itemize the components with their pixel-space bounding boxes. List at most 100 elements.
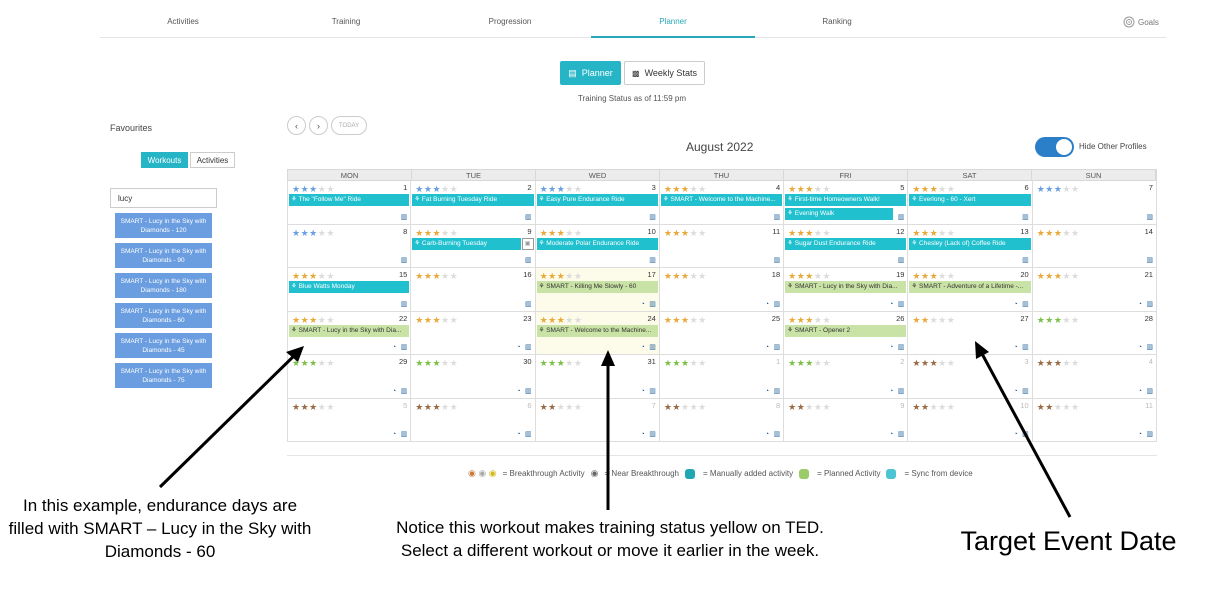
day-cell[interactable]: ★★★★★ 25 ◔ ▥ bbox=[659, 311, 785, 355]
today-button[interactable]: TODAY bbox=[331, 116, 368, 135]
trash-icon[interactable]: ▥ bbox=[401, 388, 408, 396]
trash-icon[interactable]: ▥ bbox=[1022, 388, 1029, 396]
trash-icon[interactable]: ▥ bbox=[1146, 257, 1153, 265]
day-cell[interactable]: ★★★★★ 14 ▥ bbox=[1032, 224, 1157, 268]
gauge-icon[interactable]: ◔ bbox=[1138, 344, 1142, 352]
favourite-workout-item[interactable]: SMART - Lucy in the Sky with Diamonds - … bbox=[115, 213, 212, 238]
next-month-button[interactable]: › bbox=[309, 116, 328, 135]
calendar-event[interactable]: ⚘ SMART - Killing Me Slowly - 60 bbox=[536, 281, 658, 293]
trash-icon[interactable]: ▥ bbox=[401, 301, 408, 309]
trash-icon[interactable]: ▥ bbox=[649, 344, 656, 352]
day-cell[interactable]: ★★★★★ 28 ◔ ▥ bbox=[1032, 311, 1157, 355]
day-cell[interactable]: ★★★★★ 3 ◔ ▥ bbox=[908, 355, 1033, 399]
day-cell[interactable]: ★★★★★ 6 ⚘ Everlong - 60 - Xert ▥ bbox=[908, 181, 1033, 225]
day-cell[interactable]: ★★★★★ 13 ⚘ Chesley (Lack of) Coffee Ride ▥ bbox=[908, 224, 1033, 268]
nav-planner[interactable]: Planner bbox=[659, 17, 687, 26]
calendar-event[interactable]: ⚘ SMART - Opener 2 bbox=[785, 324, 907, 337]
gauge-icon[interactable]: ◔ bbox=[516, 431, 520, 439]
trash-icon[interactable]: ▥ bbox=[1146, 214, 1153, 222]
trash-icon[interactable]: ▥ bbox=[1146, 301, 1153, 309]
tab-activities[interactable]: Activities bbox=[190, 152, 235, 168]
calendar-event[interactable]: ⚘ SMART - Welcome to the Machine... bbox=[536, 324, 658, 337]
favourite-workout-item[interactable]: SMART - Lucy in the Sky with Diamonds - … bbox=[115, 273, 212, 298]
trash-icon[interactable]: ▥ bbox=[525, 431, 532, 439]
day-cell[interactable]: ★★★★★ 5 ⚘ First-time Homeowners Walk! ⚘ Eve… bbox=[784, 181, 909, 225]
trash-icon[interactable]: ▥ bbox=[401, 257, 408, 265]
day-cell[interactable]: ★★★★★ 16 ▥ bbox=[411, 268, 536, 312]
calendar-event[interactable]: ⚘ Fat Burning Tuesday Ride bbox=[412, 194, 534, 206]
gauge-icon[interactable]: ◔ bbox=[641, 301, 645, 309]
day-cell[interactable]: ★★★★★ 20 ⚘ SMART - Adventure of a Lifetime… bbox=[908, 268, 1033, 312]
day-cell[interactable]: ★★★★★ 5 ◔ ▥ bbox=[287, 398, 412, 442]
gauge-icon[interactable]: ◔ bbox=[516, 388, 520, 396]
day-cell[interactable]: ★★★★★ 9 ◔ ▥ bbox=[784, 398, 909, 442]
day-cell[interactable]: ★★★★★ 1 ◔ ▥ bbox=[659, 355, 785, 399]
gauge-icon[interactable]: ◔ bbox=[1013, 431, 1017, 439]
trash-icon[interactable]: ▥ bbox=[774, 301, 781, 309]
calendar-event[interactable]: ⚘ Moderate Polar Endurance Ride bbox=[536, 237, 658, 250]
gauge-icon[interactable]: ◔ bbox=[889, 431, 893, 439]
trash-icon[interactable]: ▥ bbox=[649, 301, 656, 309]
day-cell[interactable]: ★★★★★ 18 ◔ ▥ bbox=[659, 268, 785, 312]
gauge-icon[interactable]: ◔ bbox=[516, 344, 520, 352]
gauge-icon[interactable]: ◔ bbox=[1138, 388, 1142, 396]
trash-icon[interactable]: ▥ bbox=[1022, 257, 1029, 265]
trash-icon[interactable]: ▥ bbox=[898, 214, 905, 222]
trash-icon[interactable]: ▥ bbox=[898, 344, 905, 352]
gauge-icon[interactable]: ◔ bbox=[889, 301, 893, 309]
gauge-icon[interactable]: ◔ bbox=[392, 431, 396, 439]
favourite-workout-item[interactable]: SMART - Lucy in the Sky with Diamonds - … bbox=[115, 363, 212, 388]
trash-icon[interactable]: ▥ bbox=[898, 431, 905, 439]
trash-icon[interactable]: ▥ bbox=[525, 257, 532, 265]
calendar-event[interactable]: ⚘ The "Follow Me" Ride bbox=[289, 194, 410, 206]
trash-icon[interactable]: ▥ bbox=[1022, 344, 1029, 352]
gauge-icon[interactable]: ◔ bbox=[765, 344, 769, 352]
day-cell[interactable]: ★★★★★ 2 ◔ ▥ bbox=[784, 355, 909, 399]
gauge-icon[interactable]: ◔ bbox=[765, 301, 769, 309]
trash-icon[interactable]: ▥ bbox=[774, 214, 781, 222]
calendar-event[interactable]: ⚘ Blue Watts Monday bbox=[289, 281, 410, 293]
trash-icon[interactable]: ▥ bbox=[774, 388, 781, 396]
calendar-event[interactable]: ⚘ SMART - Lucy in the Sky with Dia... bbox=[289, 324, 410, 337]
calendar-event[interactable]: ⚘ Evening Walk bbox=[785, 208, 894, 220]
gauge-icon[interactable]: ◔ bbox=[392, 344, 396, 352]
day-cell[interactable]: ★★★★★ 22 ⚘ SMART - Lucy in the Sky with Di… bbox=[287, 311, 412, 355]
day-cell[interactable]: ★★★★★ 1 ⚘ The "Follow Me" Ride ▥ bbox=[287, 181, 412, 225]
calendar-event[interactable]: ⚘ First-time Homeowners Walk! bbox=[785, 194, 907, 206]
gauge-icon[interactable]: ◔ bbox=[641, 431, 645, 439]
prev-month-button[interactable]: ‹ bbox=[287, 116, 306, 135]
calendar-event[interactable]: ⚘ Chesley (Lack of) Coffee Ride bbox=[909, 237, 1031, 250]
day-cell[interactable]: ★★★★★ 11 ▥ bbox=[659, 224, 785, 268]
gauge-icon[interactable]: ◔ bbox=[1138, 431, 1142, 439]
gauge-icon[interactable]: ◔ bbox=[889, 388, 893, 396]
trash-icon[interactable]: ▥ bbox=[898, 257, 905, 265]
calendar-event[interactable]: ⚘ Everlong - 60 - Xert bbox=[909, 194, 1031, 206]
day-cell[interactable]: ★★★★★ 4 ⚘ SMART - Welcome to the Machine..… bbox=[659, 181, 785, 225]
trash-icon[interactable]: ▥ bbox=[1146, 344, 1153, 352]
goals-link[interactable]: Goals bbox=[1123, 16, 1159, 28]
trash-icon[interactable]: ▥ bbox=[774, 344, 781, 352]
day-cell[interactable]: ★★★★★ 7 ▥ bbox=[1032, 181, 1157, 225]
day-cell[interactable]: ★★★★★ 26 ⚘ SMART - Opener 2 ◔ ▥ bbox=[784, 311, 909, 355]
day-cell[interactable]: ★★★★★ 6 ◔ ▥ bbox=[411, 398, 536, 442]
day-cell[interactable]: ★★★★★ 7 ◔ ▥ bbox=[535, 398, 660, 442]
day-cell[interactable]: ★★★★★ 8 ▥ bbox=[287, 224, 412, 268]
trash-icon[interactable]: ▥ bbox=[898, 388, 905, 396]
trash-icon[interactable]: ▥ bbox=[401, 431, 408, 439]
calendar-event[interactable]: ⚘ SMART - Welcome to the Machine... bbox=[660, 194, 783, 206]
trash-icon[interactable]: ▥ bbox=[1022, 301, 1029, 309]
trash-icon[interactable]: ▥ bbox=[525, 214, 532, 222]
gauge-icon[interactable]: ◔ bbox=[1013, 301, 1017, 309]
calendar-event[interactable]: ⚘ Carb-Burning Tuesday bbox=[412, 237, 521, 250]
day-cell[interactable]: ★★★★★ 10 ⚘ Moderate Polar Endurance Ride ▥ bbox=[535, 224, 660, 268]
day-cell[interactable]: ★★★★★ 4 ◔ ▥ bbox=[1032, 355, 1157, 399]
day-cell[interactable]: ★★★★★ 31 ◔ ▥ bbox=[535, 355, 660, 399]
trash-icon[interactable]: ▥ bbox=[401, 344, 408, 352]
nav-activities[interactable]: Activities bbox=[167, 17, 199, 26]
day-cell[interactable]: ★★★★★ 17 ⚘ SMART - Killing Me Slowly - 60 ◔… bbox=[535, 268, 660, 312]
gauge-icon[interactable]: ◔ bbox=[641, 344, 645, 352]
day-cell[interactable]: ★★★★★ 27 ◔ ▥ bbox=[908, 311, 1033, 355]
gauge-icon[interactable]: ◔ bbox=[641, 388, 645, 396]
nav-progression[interactable]: Progression bbox=[489, 17, 532, 26]
day-cell[interactable]: ★★★★★ 29 ◔ ▥ bbox=[287, 355, 412, 399]
